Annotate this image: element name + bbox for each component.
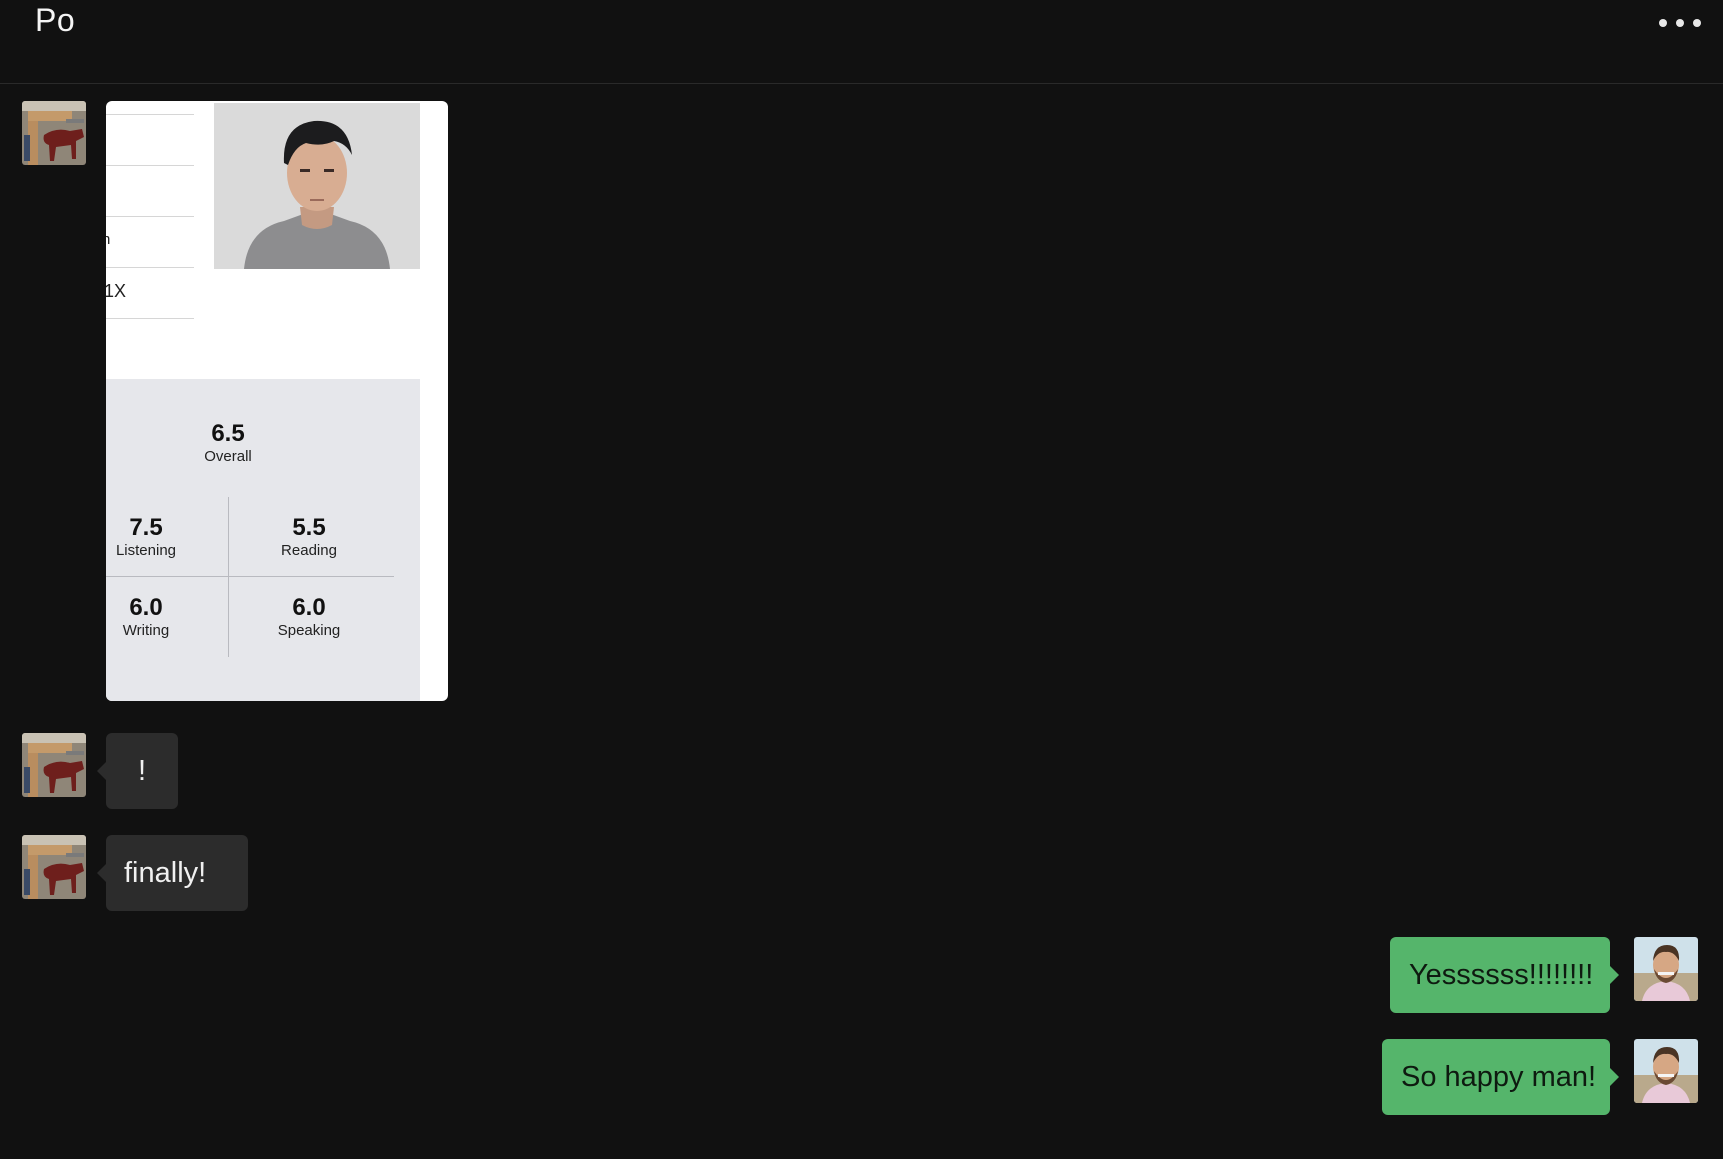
reading-score: 5.5 Reading (254, 515, 364, 561)
contact-avatar[interactable] (22, 835, 86, 899)
incoming-message-bubble[interactable]: ! (97, 733, 178, 809)
horse-photo-icon (22, 733, 86, 797)
overall-score-value: 6.5 (211, 420, 245, 447)
overall-score-label: Overall (204, 448, 252, 465)
outgoing-message-bubble[interactable]: Yessssss!!!!!!!! (1390, 937, 1619, 1013)
listening-score-value: 7.5 (129, 514, 163, 541)
form-divider (106, 267, 194, 268)
speaking-score-value: 6.0 (292, 594, 326, 621)
chat-window: Po n 1X 6.5 Overall 7.5 Listening 5.5 Re… (0, 0, 1723, 1159)
horse-photo-icon (22, 101, 86, 165)
writing-score: 6.0 Writing (106, 595, 186, 641)
user-avatar[interactable] (1634, 1039, 1698, 1103)
overall-score: 6.5 Overall (178, 421, 278, 467)
writing-score-label: Writing (122, 622, 170, 639)
more-dot-icon (1676, 19, 1684, 27)
speaking-score-label: Speaking (277, 622, 341, 639)
form-divider (106, 114, 194, 115)
score-divider-horizontal (106, 576, 394, 577)
person-portrait-icon (214, 103, 420, 269)
ielts-score-panel: 6.5 Overall 7.5 Listening 5.5 Reading 6.… (106, 379, 420, 701)
shared-image-card[interactable]: n 1X 6.5 Overall 7.5 Listening 5.5 Readi… (106, 101, 448, 701)
portrait-photo (214, 103, 420, 269)
form-divider (106, 216, 194, 217)
chat-title: Po (35, 2, 76, 38)
chat-header: Po (0, 0, 1723, 84)
user-avatar[interactable] (1634, 937, 1698, 1001)
form-fragment: 1X (106, 281, 127, 301)
form-divider (106, 165, 194, 166)
reading-score-label: Reading (281, 542, 337, 559)
listening-score: 7.5 Listening (106, 515, 186, 561)
outgoing-message-bubble[interactable]: So happy man! (1382, 1039, 1619, 1115)
incoming-message-bubble[interactable]: finally! (97, 835, 248, 911)
score-divider-vertical (228, 497, 229, 657)
user-photo-icon (1634, 937, 1698, 1001)
speaking-score: 6.0 Speaking (254, 595, 364, 641)
user-photo-icon (1634, 1039, 1698, 1103)
form-divider (106, 318, 194, 319)
contact-avatar[interactable] (22, 733, 86, 797)
more-options-button[interactable] (1659, 10, 1701, 36)
form-fragment: n (106, 231, 111, 248)
writing-score-value: 6.0 (129, 594, 163, 621)
contact-avatar[interactable] (22, 101, 86, 165)
horse-photo-icon (22, 835, 86, 899)
more-dot-icon (1659, 19, 1667, 27)
reading-score-value: 5.5 (292, 514, 326, 541)
more-dot-icon (1693, 19, 1701, 27)
listening-score-label: Listening (115, 542, 177, 559)
